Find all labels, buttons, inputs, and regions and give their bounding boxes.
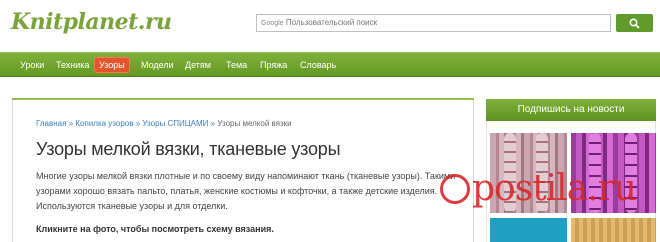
- page-title: Узоры мелкой вязки, тканевые узоры: [36, 139, 341, 159]
- search-input[interactable]: Google Пользовательский поиск: [256, 14, 611, 32]
- intro-text: Многие узоры мелкой вязки плотные и по с…: [36, 171, 456, 211]
- postila-watermark: postila.ru: [440, 168, 637, 209]
- nav-item-slovar[interactable]: Словарь: [300, 58, 336, 72]
- nav-item-pryazha[interactable]: Пряжа: [260, 58, 287, 72]
- google-label: Google: [261, 20, 284, 27]
- postila-logo-icon: [440, 174, 470, 204]
- nav-item-uroki[interactable]: Уроки: [20, 58, 44, 72]
- main-nav: Уроки Техника Узоры Модели Детям Тема Пр…: [0, 52, 660, 77]
- breadcrumb-separator: »: [68, 119, 74, 128]
- breadcrumb-link-home[interactable]: Главная: [36, 119, 66, 128]
- sidebar-subscribe-title: Подпишись на новости: [486, 99, 656, 121]
- search-form: Google Пользовательский поиск: [256, 14, 653, 32]
- nav-item-uzory[interactable]: Узоры: [94, 57, 130, 73]
- nav-item-tema[interactable]: Тема: [226, 58, 247, 72]
- breadcrumb-link-kopilka[interactable]: Копилка узоров: [75, 119, 133, 128]
- watermark-text: postila.ru: [472, 168, 637, 209]
- pattern-photo-4[interactable]: [571, 218, 656, 242]
- site-logo[interactable]: Knitplanet.ru: [11, 9, 172, 35]
- breadcrumb: Главная » Копилка узоров » Узоры СПИЦАМИ…: [36, 119, 292, 128]
- nav-item-detyam[interactable]: Детям: [185, 58, 211, 72]
- pattern-photo-3[interactable]: [490, 218, 567, 242]
- cta-text: Кликните на фото, чтобы посмотреть схему…: [36, 224, 274, 234]
- nav-item-tekhnika[interactable]: Техника: [56, 58, 89, 72]
- nav-item-modeli[interactable]: Модели: [141, 58, 174, 72]
- search-icon: [629, 18, 640, 29]
- breadcrumb-link-spitsami[interactable]: Узоры СПИЦАМИ: [142, 119, 208, 128]
- site-header: Knitplanet.ru Google Пользовательский по…: [0, 0, 660, 52]
- breadcrumb-separator: »: [135, 119, 141, 128]
- breadcrumb-separator: »: [210, 119, 216, 128]
- search-button[interactable]: [616, 14, 653, 32]
- search-placeholder: Пользовательский поиск: [285, 18, 378, 27]
- breadcrumb-current: Узоры мелкой вязки: [217, 119, 292, 128]
